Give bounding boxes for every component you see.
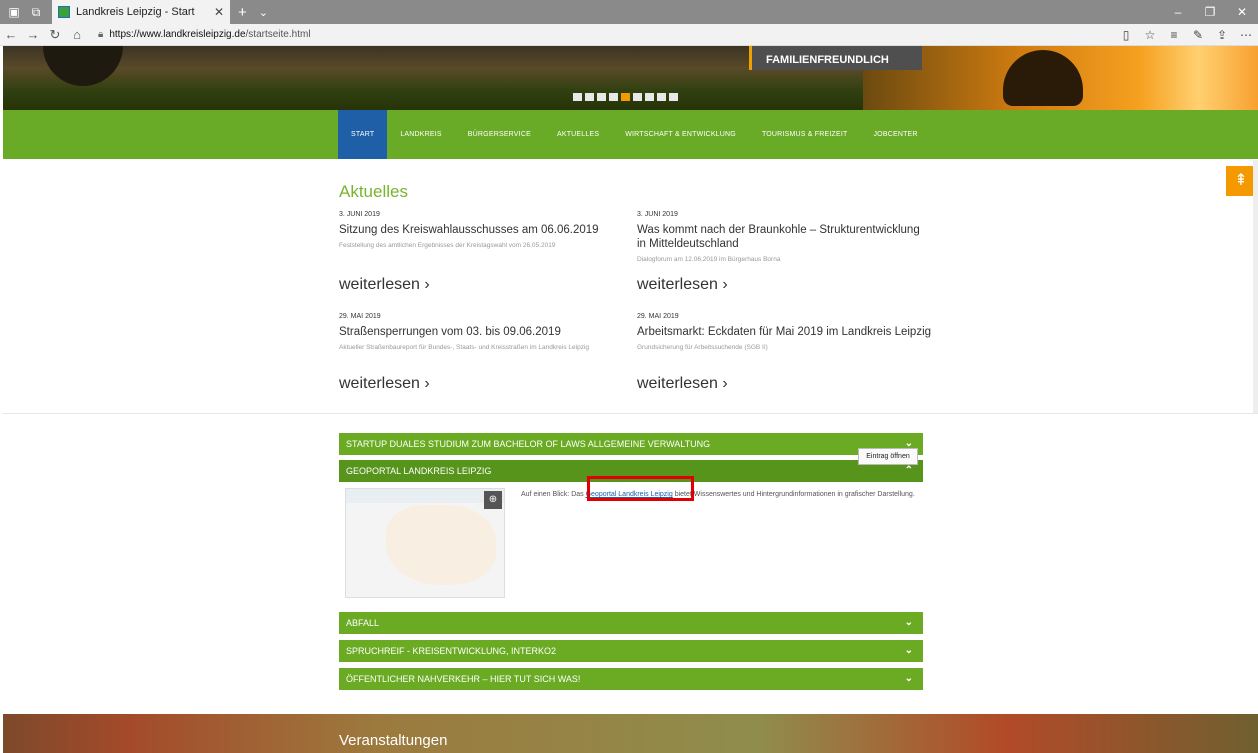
news-item: 29. MAI 2019 Straßensperrungen vom 03. b… [339, 313, 629, 352]
accordion-abfall[interactable]: ABFALL ⌄ [339, 612, 923, 634]
nav-jobcenter[interactable]: JOBCENTER [860, 110, 930, 159]
tab-title: Landkreis Leipzig - Start [76, 6, 195, 18]
read-more-button[interactable]: weiterlesen › [339, 375, 430, 393]
accordion-label: ÖFFENTLICHER NAHVERKEHR – HIER TUT SICH … [346, 674, 581, 684]
url-path: /startseite.html [245, 29, 311, 40]
sidebar-toggle-icon[interactable]: ⇞ [1226, 166, 1256, 196]
more-icon[interactable]: ⋯ [1234, 28, 1258, 42]
accordion-spruchreif[interactable]: SPRUCHREIF - KREISENTWICKLUNG, INTERKO2 … [339, 640, 923, 662]
slider-dot[interactable] [621, 93, 630, 101]
notes-pen-icon[interactable]: ✎ [1186, 28, 1210, 42]
slider-dots [573, 93, 678, 101]
share-icon[interactable]: ⇪ [1210, 28, 1234, 42]
browser-tab[interactable]: Landkreis Leipzig - Start ✕ [52, 0, 230, 24]
nav-start[interactable]: START [338, 110, 388, 159]
news-date: 29. MAI 2019 [637, 313, 679, 320]
hero-badge: FAMILIENFREUNDLICH [749, 46, 922, 70]
nav-aktuelles[interactable]: AKTUELLES [544, 110, 612, 159]
set-aside-tabs-icon[interactable]: ⧉ [28, 4, 44, 20]
forward-icon[interactable]: → [22, 27, 44, 42]
accordion-nahverkehr[interactable]: ÖFFENTLICHER NAHVERKEHR – HIER TUT SICH … [339, 668, 923, 690]
slider-dot[interactable] [573, 93, 582, 101]
url-host: https://www.landkreisleipzig.de [109, 29, 246, 40]
refresh-icon[interactable]: ↻ [44, 27, 66, 43]
reading-view-icon[interactable]: ▯ [1114, 28, 1138, 42]
accordion-label: ABFALL [346, 618, 380, 628]
news-headline[interactable]: Was kommt nach der Braunkohle – Struktur… [637, 223, 927, 251]
chevron-down-icon: ⌄ [904, 645, 913, 656]
slider-dot[interactable] [597, 93, 606, 101]
geoportal-text-before: Auf einen Blick: Das [521, 491, 586, 498]
map-toolbar [346, 489, 504, 503]
news-item: 3. JUNI 2019 Was kommt nach der Braunkoh… [637, 211, 927, 264]
right-edge [1253, 160, 1258, 414]
news-date: 3. JUNI 2019 [637, 211, 678, 218]
accordion-studium[interactable]: STARTUP DUALES STUDIUM ZUM BACHELOR OF L… [339, 433, 923, 455]
read-more-button[interactable]: weiterlesen › [339, 276, 430, 294]
accordion-label: SPRUCHREIF - KREISENTWICKLUNG, INTERKO2 [346, 646, 557, 656]
tooltip: Eintrag öffnen [858, 448, 918, 465]
geoportal-map-thumbnail[interactable]: ⊕ [345, 488, 505, 598]
url-field[interactable]: 🔒︎ https://www.landkreisleipzig.de/start… [98, 26, 1114, 44]
news-item: 3. JUNI 2019 Sitzung des Kreiswahlaussch… [339, 211, 629, 250]
events-banner: Veranstaltungen [3, 714, 1258, 753]
slider-dot[interactable] [585, 93, 594, 101]
news-section-title: Aktuelles [339, 182, 408, 201]
slider-dot[interactable] [657, 93, 666, 101]
restore-icon[interactable]: ❐ [1194, 0, 1226, 24]
slider-dot[interactable] [669, 93, 678, 101]
accordion-label: GEOPORTAL LANDKREIS LEIPZIG [346, 466, 492, 476]
news-headline[interactable]: Straßensperrungen vom 03. bis 09.06.2019 [339, 325, 629, 339]
address-bar: ← → ↻ ⌂ 🔒︎ https://www.landkreisleipzig.… [0, 24, 1258, 46]
slider-dot[interactable] [645, 93, 654, 101]
favicon-icon [58, 6, 70, 18]
home-icon[interactable]: ⌂ [66, 27, 88, 42]
hero-tree-silhouette [43, 46, 123, 86]
news-headline[interactable]: Arbeitsmarkt: Eckdaten für Mai 2019 im L… [637, 325, 937, 339]
map-shape [386, 505, 496, 585]
chevron-down-icon: ⌄ [904, 673, 913, 684]
news-item: 29. MAI 2019 Arbeitsmarkt: Eckdaten für … [637, 313, 937, 352]
section-divider [3, 413, 1258, 414]
window-controls: – ❐ ✕ [1162, 0, 1258, 24]
lock-icon: 🔒︎ [98, 29, 104, 40]
main-nav: START LANDKREIS BÜRGERSERVICE AKTUELLES … [338, 110, 931, 159]
slider-dot[interactable] [633, 93, 642, 101]
news-teaser: Grundsicherung für Arbeitssuchende (SGB … [637, 344, 768, 351]
close-tab-icon[interactable]: ✕ [214, 5, 224, 19]
news-headline[interactable]: Sitzung des Kreiswahlausschusses am 06.0… [339, 223, 629, 237]
geoportal-text-after: bietet Wissenswertes und Hintergrundinfo… [672, 491, 915, 498]
news-date: 29. MAI 2019 [339, 313, 381, 320]
read-more-button[interactable]: weiterlesen › [637, 276, 728, 294]
minimize-icon[interactable]: – [1162, 0, 1194, 24]
read-more-button[interactable]: weiterlesen › [637, 375, 728, 393]
chevron-down-icon: ⌄ [904, 617, 913, 628]
nav-landkreis[interactable]: LANDKREIS [387, 110, 454, 159]
slider-dot[interactable] [609, 93, 618, 101]
geoportal-description: Auf einen Blick: Das Geoportal Landkreis… [521, 490, 921, 500]
nav-tourismus[interactable]: TOURISMUS & FREIZEIT [749, 110, 861, 159]
close-window-icon[interactable]: ✕ [1226, 0, 1258, 24]
back-icon[interactable]: ← [0, 27, 22, 42]
favorites-list-icon[interactable]: ≡ [1162, 28, 1186, 42]
news-teaser: Aktueller Straßenbaureport für Bundes-, … [339, 344, 590, 351]
accordion-label: STARTUP DUALES STUDIUM ZUM BACHELOR OF L… [346, 439, 711, 449]
zoom-magnifier-icon[interactable]: ⊕ [484, 491, 502, 509]
favorite-star-icon[interactable]: ☆ [1138, 28, 1162, 42]
news-teaser: Dialogforum am 12.06.2019 im Bürgerhaus … [637, 256, 781, 263]
new-tab-icon[interactable]: + [238, 4, 247, 21]
news-date: 3. JUNI 2019 [339, 211, 380, 218]
browser-tab-bar: ▣ ⧉ Landkreis Leipzig - Start ✕ + ⌄ – ❐ … [0, 0, 1258, 24]
tab-preview-chevron-icon[interactable]: ⌄ [259, 6, 268, 19]
highlight-box [587, 476, 694, 501]
tab-actions-icon[interactable]: ▣ [6, 4, 22, 20]
nav-wirtschaft[interactable]: WIRTSCHAFT & ENTWICKLUNG [612, 110, 749, 159]
nav-buergerservice[interactable]: BÜRGERSERVICE [455, 110, 544, 159]
events-title: Veranstaltungen [339, 732, 448, 749]
news-teaser: Feststellung des amtlichen Ergebnisses d… [339, 242, 556, 249]
